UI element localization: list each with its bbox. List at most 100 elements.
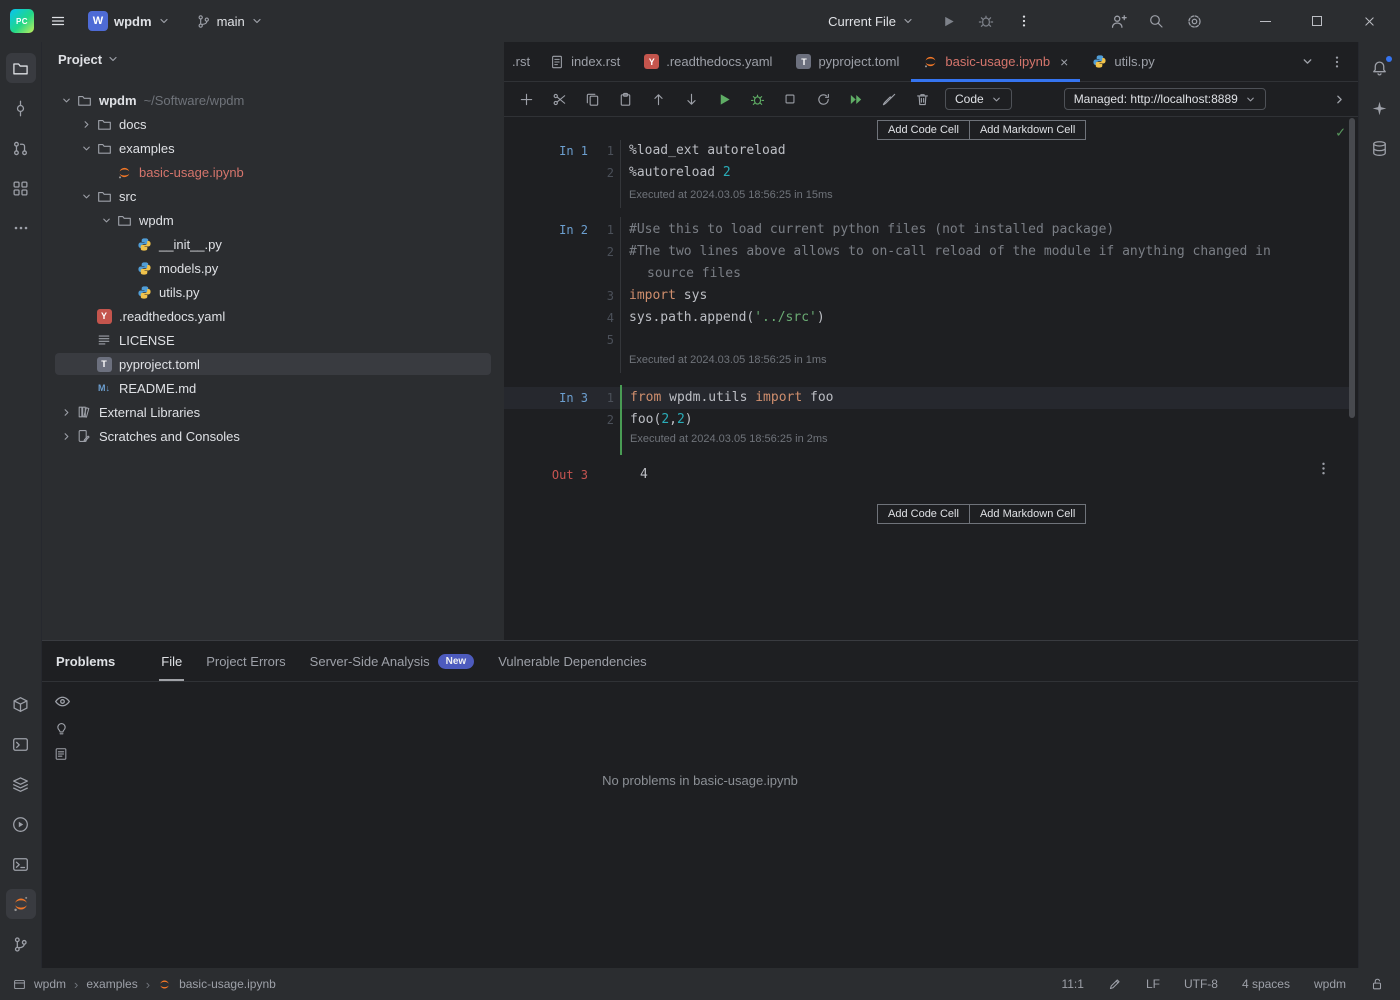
tree-item-external-libraries[interactable]: External Libraries: [42, 400, 504, 424]
project-tool-icon[interactable]: [6, 53, 36, 83]
inspections-check-icon[interactable]: ✓: [1336, 123, 1345, 141]
jupyter-tool-icon[interactable]: [6, 889, 36, 919]
code-line[interactable]: %load_ext autoreload: [629, 140, 1346, 162]
project-widget[interactable]: W wpdm: [82, 7, 176, 35]
view-options-eye-icon[interactable]: [54, 693, 71, 710]
tree-item-license[interactable]: LICENSE: [42, 328, 504, 352]
add-code-cell-button[interactable]: Add Code Cell: [877, 120, 970, 140]
close-tab-icon[interactable]: ×: [1060, 54, 1068, 70]
tab-index-rst[interactable]: index.rst: [538, 42, 632, 81]
code-line[interactable]: %autoreload 2: [629, 162, 1346, 184]
lock-icon[interactable]: [1370, 977, 1384, 991]
problems-tab-project-errors[interactable]: Project Errors: [194, 641, 297, 681]
database-tool-icon[interactable]: [1365, 133, 1395, 163]
clear-outputs-icon[interactable]: [879, 89, 899, 109]
tree-item-readthedocs-yaml[interactable]: Y .readthedocs.yaml: [42, 304, 504, 328]
tree-item-basic-usage-ipynb[interactable]: basic-usage.ipynb: [42, 160, 504, 184]
chevron-down-icon[interactable]: [57, 88, 75, 112]
tab-list-chevron-icon[interactable]: [1301, 55, 1314, 68]
terminal-tool-icon[interactable]: [6, 849, 36, 879]
breadcrumb-item[interactable]: examples: [86, 977, 137, 991]
python-console-tool-icon[interactable]: [6, 729, 36, 759]
tree-item-models-py[interactable]: models.py: [42, 256, 504, 280]
output-options-kebab-icon[interactable]: [1316, 461, 1331, 476]
chevron-right-icon[interactable]: [57, 424, 75, 448]
tab-options-kebab-icon[interactable]: [1330, 55, 1344, 69]
run-button[interactable]: [938, 11, 958, 31]
jupyter-server-selector[interactable]: Managed: http://localhost:8889: [1064, 88, 1266, 110]
add-markdown-cell-button[interactable]: Add Markdown Cell: [970, 120, 1086, 140]
python-packages-tool-icon[interactable]: [6, 689, 36, 719]
add-user-icon[interactable]: [1108, 11, 1128, 31]
code-line[interactable]: foo(2,2): [630, 409, 1346, 431]
cut-cell-icon[interactable]: [549, 89, 569, 109]
code-cell-1[interactable]: %load_ext autoreload %autoreload 2 Execu…: [620, 140, 1346, 208]
pen-icon[interactable]: [1108, 977, 1122, 991]
interrupt-kernel-icon[interactable]: [780, 89, 800, 109]
debug-cell-icon[interactable]: [747, 89, 767, 109]
code-cell-3-active[interactable]: from wpdm.utils import foo foo(2,2) Exec…: [620, 385, 1346, 455]
code-line-wrap[interactable]: source files: [647, 263, 1346, 285]
code-line[interactable]: import sys: [629, 285, 1346, 307]
tab-readthedocs-yaml[interactable]: Y .readthedocs.yaml: [632, 42, 784, 81]
notifications-bell-icon[interactable]: [1365, 53, 1395, 83]
document-preview-icon[interactable]: [54, 747, 71, 761]
tree-item-wpdm-package[interactable]: wpdm: [42, 208, 504, 232]
move-cell-up-icon[interactable]: [648, 89, 668, 109]
more-actions-icon[interactable]: [1014, 11, 1034, 31]
encoding-widget[interactable]: UTF-8: [1184, 977, 1218, 991]
chevron-right-icon[interactable]: [57, 400, 75, 424]
code-cell-2[interactable]: #Use this to load current python files (…: [620, 217, 1346, 373]
run-cell-icon[interactable]: [714, 89, 734, 109]
chevron-down-icon[interactable]: [77, 184, 95, 208]
code-line[interactable]: sys.path.append('../src'): [629, 307, 1346, 329]
cursor-position-widget[interactable]: 11:1: [1061, 977, 1083, 991]
project-panel-header[interactable]: Project: [42, 42, 504, 76]
pull-requests-tool-icon[interactable]: [6, 133, 36, 163]
add-code-cell-button[interactable]: Add Code Cell: [877, 504, 970, 524]
structure-tool-icon[interactable]: [6, 173, 36, 203]
tab-basic-usage-ipynb[interactable]: basic-usage.ipynb ×: [911, 42, 1080, 81]
close-button[interactable]: [1352, 7, 1386, 35]
tree-item-src[interactable]: src: [42, 184, 504, 208]
paste-cell-icon[interactable]: [615, 89, 635, 109]
debug-button[interactable]: [976, 11, 996, 31]
run-configuration-selector[interactable]: Current File: [822, 10, 920, 33]
indent-widget[interactable]: 4 spaces: [1242, 977, 1290, 991]
run-tool-icon[interactable]: [6, 809, 36, 839]
line-separator-widget[interactable]: LF: [1146, 977, 1160, 991]
minimize-button[interactable]: [1248, 7, 1282, 35]
code-line[interactable]: #The two lines above allows to on-call r…: [629, 241, 1346, 263]
settings-gear-icon[interactable]: [1184, 11, 1204, 31]
breadcrumb-item[interactable]: basic-usage.ipynb: [179, 977, 276, 991]
chevron-down-icon[interactable]: [77, 136, 95, 160]
tree-item-docs[interactable]: docs: [42, 112, 504, 136]
more-tool-windows-icon[interactable]: [6, 213, 36, 243]
tab-pyproject-toml[interactable]: T pyproject.toml: [784, 42, 911, 81]
quick-fix-lightbulb-icon[interactable]: [54, 721, 71, 736]
interpreter-widget[interactable]: wpdm: [1314, 977, 1346, 991]
version-control-tool-icon[interactable]: [6, 929, 36, 959]
problems-tab-vulnerable-dependencies[interactable]: Vulnerable Dependencies: [486, 641, 658, 681]
code-line[interactable]: [629, 329, 1346, 351]
toolbar-overflow-chevron-icon[interactable]: [1333, 93, 1346, 106]
copy-cell-icon[interactable]: [582, 89, 602, 109]
tree-item-examples[interactable]: examples: [42, 136, 504, 160]
code-line[interactable]: from wpdm.utils import foo: [630, 387, 1346, 409]
tab-utils-py[interactable]: utils.py: [1080, 42, 1166, 81]
problems-tab-file[interactable]: File: [149, 641, 194, 681]
problems-tab-server-side-analysis[interactable]: Server-Side Analysis New: [298, 641, 487, 681]
chevron-down-icon[interactable]: [97, 208, 115, 232]
tree-item-init-py[interactable]: __init__.py: [42, 232, 504, 256]
editor-scrollbar[interactable]: [1349, 118, 1355, 418]
search-icon[interactable]: [1146, 11, 1166, 31]
hamburger-menu-icon[interactable]: [48, 11, 68, 31]
tree-item-utils-py[interactable]: utils.py: [42, 280, 504, 304]
tab-partial-rst[interactable]: .rst: [504, 42, 538, 81]
tree-item-scratches-and-consoles[interactable]: Scratches and Consoles: [42, 424, 504, 448]
problems-title[interactable]: Problems: [56, 641, 115, 681]
add-markdown-cell-button[interactable]: Add Markdown Cell: [970, 504, 1086, 524]
tree-item-readme-md[interactable]: M↓ README.md: [42, 376, 504, 400]
commit-tool-icon[interactable]: [6, 93, 36, 123]
chevron-right-icon[interactable]: [77, 112, 95, 136]
